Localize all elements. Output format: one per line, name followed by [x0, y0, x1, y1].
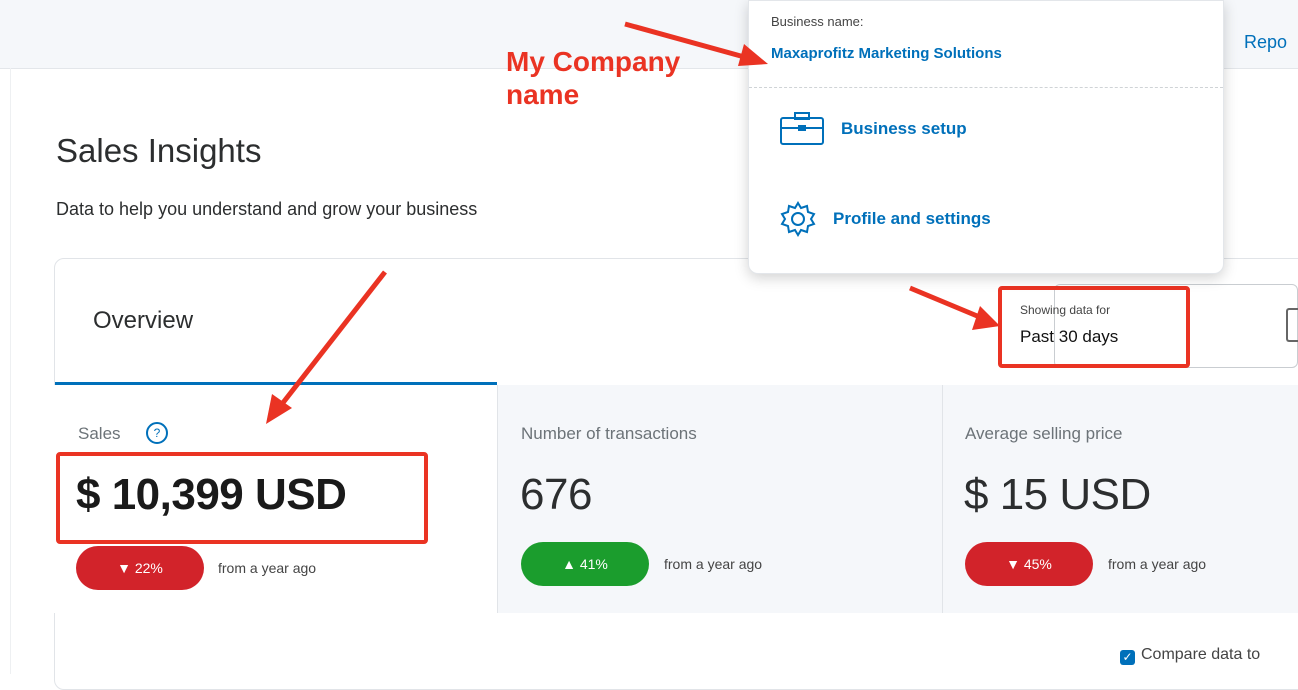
change-value-transactions: 41%	[579, 556, 608, 572]
change-badge-average-price: ▼ 45%	[965, 542, 1093, 586]
caret-down-icon: ▼	[117, 560, 131, 576]
menu-item-label: Business setup	[841, 119, 967, 138]
menu-item-profile-settings[interactable]: Profile and settings	[779, 199, 991, 239]
metric-value-sales: $ 10,399 USD	[76, 470, 347, 519]
metric-label-sales: Sales	[78, 424, 121, 443]
change-value-average-price: 45%	[1023, 556, 1052, 572]
caret-up-icon: ▲	[562, 556, 576, 572]
menu-item-label: Profile and settings	[833, 209, 991, 228]
metric-value-transactions: 676	[520, 470, 592, 519]
business-name-value: Maxaprofitz Marketing Solutions	[771, 45, 1002, 62]
help-icon[interactable]: ?	[146, 422, 168, 444]
page-subtitle: Data to help you understand and grow you…	[56, 199, 478, 219]
change-badge-sales: ▼ 22%	[76, 546, 204, 590]
account-dropdown-menu: Business name: Maxaprofitz Marketing Sol…	[748, 0, 1224, 274]
tab-overview[interactable]: Overview	[55, 259, 497, 385]
calendar-icon[interactable]	[1286, 308, 1298, 342]
metric-value-average-price: $ 15 USD	[964, 470, 1151, 519]
annotation-box-date	[998, 286, 1190, 368]
change-note-average-price: from a year ago	[1108, 556, 1207, 572]
change-note-sales: from a year ago	[218, 560, 317, 576]
metric-label-transactions: Number of transactions	[521, 424, 697, 443]
left-divider	[10, 68, 11, 674]
menu-item-business-setup[interactable]: Business setup	[779, 109, 967, 149]
change-note-transactions: from a year ago	[664, 556, 763, 572]
business-name-label: Business name:	[771, 14, 864, 29]
change-value-sales: 22%	[134, 560, 163, 576]
compare-label: Compare data to	[1141, 646, 1261, 663]
menu-divider	[749, 87, 1223, 88]
checkbox-checked-icon[interactable]: ✓	[1120, 650, 1135, 665]
gear-icon	[780, 201, 816, 237]
change-badge-transactions: ▲ 41%	[521, 542, 649, 586]
annotation-company-name: My Company name	[506, 46, 681, 110]
page-title: Sales Insights	[56, 132, 262, 169]
briefcase-icon	[780, 112, 824, 145]
reports-link[interactable]: Repo	[1244, 32, 1287, 53]
metric-label-average-price: Average selling price	[965, 424, 1123, 443]
tab-overview-label: Overview	[93, 307, 194, 334]
caret-down-icon: ▼	[1006, 556, 1020, 572]
compare-toggle[interactable]: ✓ Compare data to	[1120, 646, 1260, 665]
